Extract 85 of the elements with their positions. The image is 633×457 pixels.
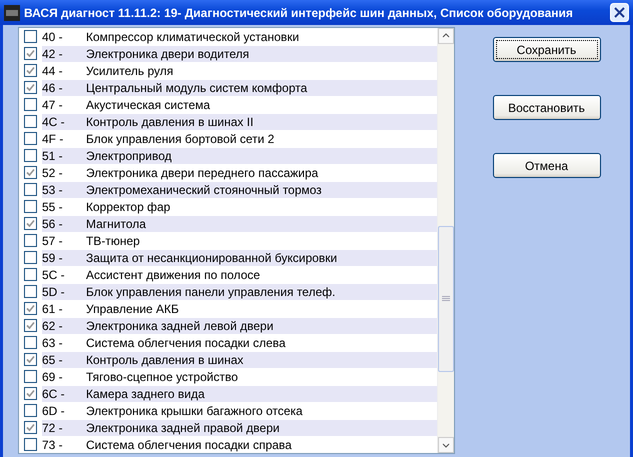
item-name: Система облегчения посадки справа	[86, 438, 292, 452]
item-name: Электроника крышки багажного отсека	[86, 404, 303, 418]
window-title: ВАСЯ диагност 11.11.2: 19- Диагностический интерфейс шин данных, Список оборудования	[24, 6, 574, 20]
close-icon[interactable]	[610, 3, 629, 22]
item-code: 52 -	[42, 166, 64, 180]
item-code: 47 -	[42, 98, 64, 112]
item-code: 51 -	[42, 148, 64, 162]
item-name: Тягово-сцепное устройство	[86, 370, 238, 384]
checkbox[interactable]	[24, 47, 37, 60]
checkbox[interactable]	[24, 200, 37, 213]
checkbox[interactable]	[24, 81, 37, 94]
item-name: Электроника задней левой двери	[86, 318, 274, 332]
checkbox[interactable]	[24, 115, 37, 128]
checkbox[interactable]	[24, 353, 37, 366]
item-name: Электропривод	[86, 148, 172, 162]
item-name: Система облегчения посадки слева	[86, 336, 286, 350]
checkbox[interactable]	[24, 234, 37, 247]
item-name: Магнитола	[86, 216, 146, 230]
scroll-up-icon[interactable]	[438, 28, 454, 44]
item-name: Компрессор климатической установки	[86, 30, 300, 44]
item-code: 69 -	[42, 370, 64, 384]
item-code: 62 -	[42, 318, 64, 332]
item-name: Центральный модуль систем комфорта	[86, 80, 308, 94]
item-code: 63 -	[42, 336, 64, 350]
checkbox[interactable]	[24, 183, 37, 196]
item-name: Камера заднего вида	[86, 386, 205, 400]
checkbox[interactable]	[24, 438, 37, 451]
scrollbar[interactable]	[437, 28, 454, 453]
item-code: 6D -	[42, 404, 66, 418]
checkbox[interactable]	[24, 149, 37, 162]
scroll-thumb[interactable]	[438, 226, 454, 372]
item-code: 4C -	[42, 114, 66, 128]
item-code: 42 -	[42, 46, 64, 60]
item-name: Блок управления панели управления телеф.	[86, 284, 336, 298]
item-code: 40 -	[42, 30, 64, 44]
checkbox[interactable]	[24, 404, 37, 417]
checkbox[interactable]	[24, 166, 37, 179]
item-name: Усилитель руля	[86, 64, 174, 78]
item-name: Контроль давления в шинах	[86, 352, 244, 366]
checkbox[interactable]	[24, 64, 37, 77]
action-button[interactable]: Сохранить	[492, 37, 600, 62]
item-code: 65 -	[42, 352, 64, 366]
checkbox[interactable]	[24, 98, 37, 111]
checkbox[interactable]	[24, 30, 37, 43]
item-name: ТВ-тюнер	[86, 234, 140, 248]
item-name: Акустическая система	[86, 98, 210, 112]
item-code: 53 -	[42, 182, 64, 196]
item-name: Электроника двери переднего пассажира	[86, 166, 318, 180]
item-name: Блок управления бортовой сети 2	[86, 132, 274, 146]
checkbox[interactable]	[24, 302, 37, 315]
checkbox[interactable]	[24, 387, 37, 400]
item-name: Электроника двери водителя	[86, 46, 250, 60]
item-name: Ассистент движения по полосе	[86, 268, 260, 282]
checkbox[interactable]	[24, 217, 37, 230]
checkbox[interactable]	[24, 285, 37, 298]
checkbox[interactable]	[24, 319, 37, 332]
checkbox[interactable]	[24, 132, 37, 145]
item-name: Корректор фар	[86, 200, 170, 214]
item-code: 4F -	[42, 132, 64, 146]
item-code: 55 -	[42, 200, 64, 214]
item-code: 44 -	[42, 64, 64, 78]
item-code: 5D -	[42, 284, 66, 298]
item-code: 72 -	[42, 420, 64, 434]
item-code: 57 -	[42, 234, 64, 248]
item-code: 46 -	[42, 80, 64, 94]
item-name: Управление АКБ	[86, 302, 179, 316]
app-logo-icon	[4, 4, 20, 20]
item-code: 5C -	[42, 268, 66, 282]
item-code: 6C -	[42, 386, 66, 400]
item-code: 59 -	[42, 250, 64, 264]
action-button[interactable]: Восстановить	[492, 95, 600, 120]
scroll-down-icon[interactable]	[438, 437, 454, 453]
item-code: 73 -	[42, 438, 64, 452]
item-name: Электроника задней правой двери	[86, 420, 280, 434]
checkbox[interactable]	[24, 336, 37, 349]
action-button[interactable]: Отмена	[492, 153, 600, 178]
checkbox[interactable]	[24, 370, 37, 383]
item-code: 61 -	[42, 302, 64, 316]
item-name: Электромеханический стояночный тормоз	[86, 182, 322, 196]
item-name: Контроль давления в шинах II	[86, 114, 254, 128]
checkbox[interactable]	[24, 421, 37, 434]
checkbox[interactable]	[24, 268, 37, 281]
checkbox[interactable]	[24, 251, 37, 264]
item-code: 56 -	[42, 216, 64, 230]
item-name: Защита от несанкционированной буксировки	[86, 250, 338, 264]
